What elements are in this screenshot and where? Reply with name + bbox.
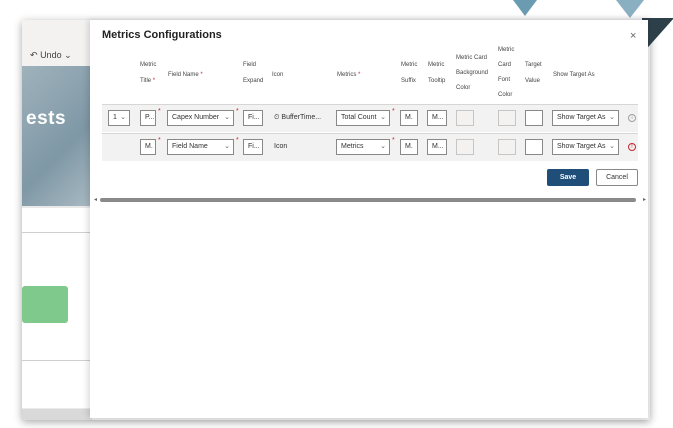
chevron-down-icon: ⌄ xyxy=(64,50,72,60)
card-bg-color-picker[interactable] xyxy=(456,110,474,126)
metric-title-input[interactable]: M. xyxy=(140,139,156,155)
save-button[interactable]: Save xyxy=(547,169,589,186)
metric-tooltip-input[interactable]: M... xyxy=(427,139,447,155)
undo-icon: ↶ xyxy=(30,50,38,60)
chevron-down-icon: ⌄ xyxy=(224,143,230,150)
field-expand-input[interactable]: Fi... xyxy=(243,139,263,155)
card-bg-color-picker[interactable] xyxy=(456,139,474,155)
header-target-value: Target Value xyxy=(525,62,542,84)
horizontal-scrollbar[interactable]: ◂ ▸ xyxy=(94,196,646,204)
header-show-target-as: Show Target As xyxy=(553,72,595,78)
header-field-expand: Field Expand xyxy=(243,62,264,84)
dialog-title: Metrics Configurations xyxy=(102,29,222,41)
field-name-select[interactable]: Capex Number ⌄ xyxy=(167,110,234,126)
required-marker: * xyxy=(236,137,239,144)
metric-title-input[interactable]: P... xyxy=(140,110,156,126)
required-marker: * xyxy=(392,108,395,115)
chevron-down-icon: ⌄ xyxy=(380,143,386,150)
metric-suffix-input[interactable]: M. xyxy=(400,110,418,126)
metrics-select[interactable]: Metrics ⌄ xyxy=(336,139,390,155)
divider xyxy=(22,360,92,361)
cancel-button[interactable]: Cancel xyxy=(596,169,638,186)
scrollbar-thumb[interactable] xyxy=(100,198,636,202)
header-metric-title: Metric Title * xyxy=(140,62,157,84)
info-icon[interactable]: i xyxy=(628,114,636,122)
scroll-left-icon[interactable]: ◂ xyxy=(94,196,97,203)
chevron-down-icon: ⌄ xyxy=(380,114,386,121)
scroll-right-icon[interactable]: ▸ xyxy=(643,196,646,203)
header-card-bg-color: Metric Card Background Color xyxy=(456,55,489,91)
decorative-triangle xyxy=(616,0,644,18)
hero-title: ests xyxy=(26,108,67,129)
header-metric-suffix: Metric Suffix xyxy=(401,62,418,84)
chevron-down-icon: ⌄ xyxy=(609,114,615,121)
header-field-name: Field Name * xyxy=(168,72,203,78)
field-name-select[interactable]: Field Name ⌄ xyxy=(167,139,234,155)
header-metric-tooltip: Metric Tooltip xyxy=(428,62,446,84)
decorative-triangle xyxy=(513,0,537,16)
divider xyxy=(22,232,92,233)
show-target-as-select[interactable]: Show Target As ⌄ xyxy=(552,139,619,155)
card-font-color-picker[interactable] xyxy=(498,110,516,126)
icon-preview[interactable]: ⏲ BufferTime... xyxy=(274,114,321,122)
header-metrics: Metrics * xyxy=(337,72,361,78)
chevron-down-icon: ⌄ xyxy=(120,114,126,121)
required-marker: * xyxy=(392,137,395,144)
header-card-font-color: Metric Card Font Color xyxy=(498,47,515,98)
icon-placeholder[interactable]: Icon xyxy=(274,143,287,150)
required-marker: * xyxy=(158,137,161,144)
target-value-input[interactable] xyxy=(525,139,543,155)
bottom-bar xyxy=(22,409,92,420)
metrics-select[interactable]: Total Count ⌄ xyxy=(336,110,390,126)
target-value-input[interactable] xyxy=(525,110,543,126)
header-icon: Icon xyxy=(272,72,284,78)
row-index-select[interactable]: 1 ⌄ xyxy=(108,110,130,126)
chevron-down-icon: ⌄ xyxy=(224,114,230,121)
green-button[interactable] xyxy=(22,286,68,323)
show-target-as-select[interactable]: Show Target As ⌄ xyxy=(552,110,619,126)
hero-banner xyxy=(22,66,92,206)
error-icon[interactable]: ! xyxy=(628,143,636,151)
metric-suffix-input[interactable]: M. xyxy=(400,139,418,155)
card-font-color-picker[interactable] xyxy=(498,139,516,155)
field-expand-input[interactable]: Fi... xyxy=(243,110,263,126)
metric-tooltip-input[interactable]: M... xyxy=(427,110,447,126)
background-toolbar: ↶ Undo ⌄ xyxy=(22,20,92,67)
required-marker: * xyxy=(158,108,161,115)
metrics-config-dialog: Metrics Configurations × Metric Title * … xyxy=(90,20,648,418)
required-marker: * xyxy=(236,108,239,115)
chevron-down-icon: ⌄ xyxy=(609,143,615,150)
buffer-time-icon: ⏲ xyxy=(274,114,280,121)
undo-button[interactable]: ↶ Undo ⌄ xyxy=(30,50,72,61)
close-icon[interactable]: × xyxy=(630,30,636,42)
